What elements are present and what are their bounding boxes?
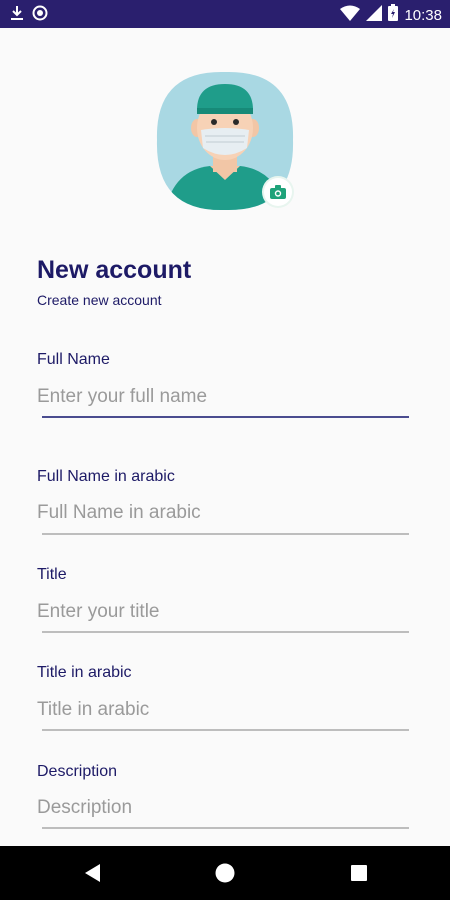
- circle-sync-icon: [32, 5, 48, 26]
- title-arabic-label: Title in arabic: [37, 664, 132, 681]
- full-name-input[interactable]: [37, 382, 409, 412]
- download-icon: [10, 5, 24, 26]
- navigation-bar: [0, 846, 450, 900]
- description-label: Description: [37, 763, 118, 780]
- status-bar: 10:38: [0, 0, 450, 28]
- wifi-icon: [340, 5, 361, 26]
- title-arabic-underline: [42, 729, 409, 731]
- back-button[interactable]: [80, 861, 104, 885]
- description-input[interactable]: [37, 793, 409, 823]
- full-name-arabic-input[interactable]: [37, 498, 409, 528]
- title-arabic-input[interactable]: [37, 695, 409, 725]
- recents-icon: [351, 865, 367, 881]
- title-label: Title: [37, 566, 67, 583]
- full-name-label: Full Name: [37, 351, 110, 368]
- camera-icon: [270, 185, 286, 199]
- status-time: 10:38: [404, 6, 442, 24]
- change-photo-button[interactable]: [264, 178, 292, 206]
- full-name-arabic-label: Full Name in arabic: [37, 468, 175, 485]
- battery-icon: [388, 4, 399, 26]
- page-subtitle: Create new account: [37, 292, 162, 308]
- home-icon: [215, 863, 235, 883]
- title-underline: [42, 631, 409, 633]
- description-underline: [42, 827, 409, 829]
- home-button[interactable]: [213, 861, 237, 885]
- recents-button[interactable]: [347, 861, 371, 885]
- page-title: New account: [37, 256, 192, 284]
- full-name-arabic-underline: [42, 533, 409, 535]
- title-input[interactable]: [37, 597, 409, 627]
- signal-icon: [366, 4, 383, 26]
- back-icon: [85, 864, 100, 882]
- full-name-underline: [42, 416, 409, 418]
